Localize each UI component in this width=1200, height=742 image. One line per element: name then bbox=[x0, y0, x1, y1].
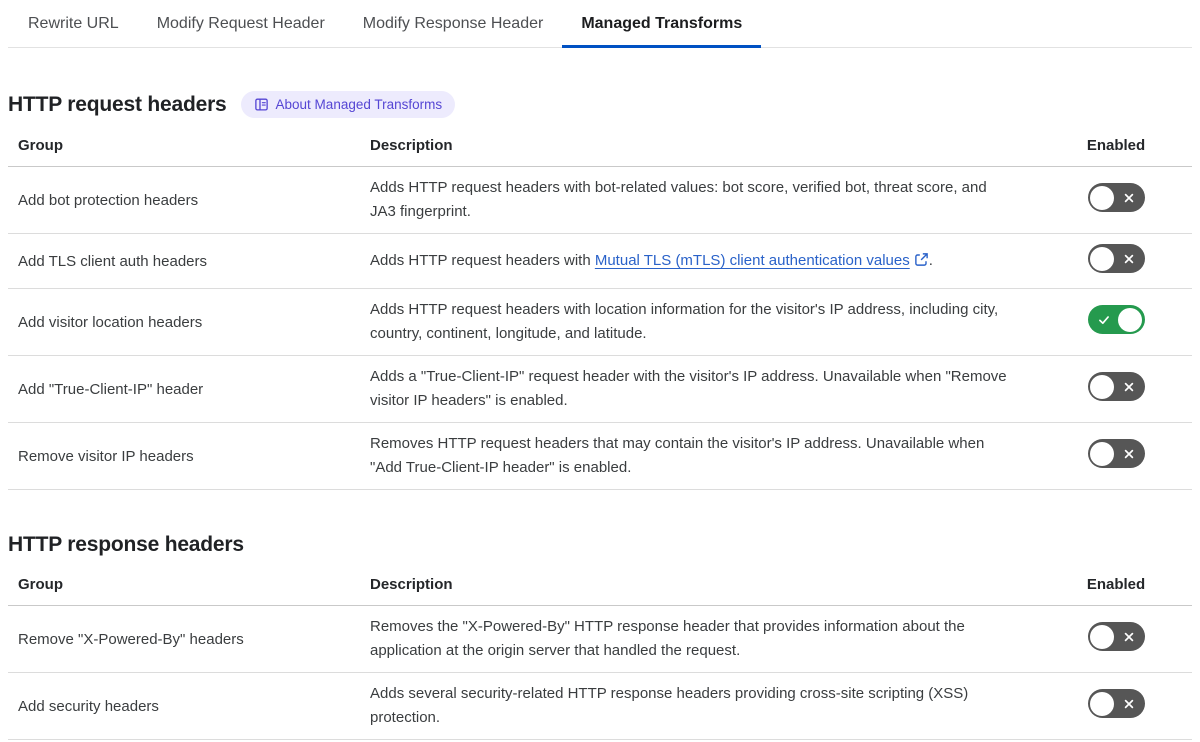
table-header-row: Group Description Enabled bbox=[8, 128, 1192, 167]
table-row: Add TLS client auth headers Adds HTTP req… bbox=[8, 234, 1192, 289]
request-section-head: HTTP request headers About Managed Trans… bbox=[8, 91, 1192, 118]
enabled-cell bbox=[1040, 622, 1192, 656]
table-row: Add "True-Client-IP" header Adds a "True-… bbox=[8, 356, 1192, 423]
table-row: Add security headers Adds several securit… bbox=[8, 673, 1192, 740]
group-cell: Add "True-Client-IP" header bbox=[18, 380, 204, 398]
column-header-enabled: Enabled bbox=[1086, 576, 1146, 593]
enabled-cell bbox=[1040, 439, 1192, 473]
toggle-add-visitor-location-headers[interactable] bbox=[1087, 305, 1145, 334]
column-header-enabled: Enabled bbox=[1086, 137, 1146, 154]
toggle-knob bbox=[1090, 691, 1114, 716]
toggle-remove-x-powered-by-headers[interactable] bbox=[1087, 622, 1145, 651]
column-header-group: Group bbox=[18, 137, 63, 154]
request-section-title: HTTP request headers bbox=[8, 92, 227, 116]
enabled-cell bbox=[1040, 689, 1192, 723]
table-row: Remove "X-Powered-By" headers Removes the… bbox=[8, 606, 1192, 673]
tab-managed-transforms[interactable]: Managed Transforms bbox=[562, 0, 762, 48]
managed-transforms-page: HTTP request headers About Managed Trans… bbox=[8, 91, 1192, 740]
toggle-knob bbox=[1090, 624, 1114, 649]
description-cell: Removes HTTP request headers that may co… bbox=[370, 435, 985, 476]
description-cell: Removes the "X-Powered-By" HTTP response… bbox=[370, 618, 965, 659]
tab-rewrite-url[interactable]: Rewrite URL bbox=[9, 0, 138, 47]
table-row: Add visitor location headers Adds HTTP re… bbox=[8, 289, 1192, 356]
response-section-title: HTTP response headers bbox=[8, 533, 244, 556]
toggle-knob bbox=[1118, 307, 1142, 332]
toggle-knob bbox=[1090, 185, 1114, 210]
toggle-knob bbox=[1090, 441, 1114, 466]
enabled-cell bbox=[1040, 244, 1192, 278]
description-cell: Adds HTTP request headers with location … bbox=[370, 301, 999, 342]
column-header-group: Group bbox=[18, 576, 63, 593]
x-icon bbox=[1122, 447, 1136, 464]
table-row: Remove visitor IP headers Removes HTTP re… bbox=[8, 423, 1192, 490]
response-headers-table: Group Description Enabled Remove "X-Powe… bbox=[8, 567, 1192, 740]
toggle-add-bot-protection-headers[interactable] bbox=[1087, 183, 1145, 212]
external-link-icon bbox=[910, 252, 929, 269]
tab-bar: Rewrite URL Modify Request Header Modify R… bbox=[8, 0, 1192, 48]
enabled-cell bbox=[1040, 305, 1192, 339]
group-cell: Remove "X-Powered-By" headers bbox=[18, 630, 244, 648]
check-icon bbox=[1097, 313, 1111, 330]
response-section-head: HTTP response headers bbox=[8, 533, 1192, 557]
table-header-row: Group Description Enabled bbox=[8, 567, 1192, 606]
toggle-knob bbox=[1090, 374, 1114, 399]
column-header-description: Description bbox=[370, 576, 453, 593]
x-icon bbox=[1122, 380, 1136, 397]
x-icon bbox=[1122, 630, 1136, 647]
badge-label: About Managed Transforms bbox=[275, 96, 443, 112]
column-header-description: Description bbox=[370, 137, 453, 154]
toggle-add-tls-client-auth-headers[interactable] bbox=[1087, 244, 1145, 273]
description-cell: Adds a "True-Client-IP" request header w… bbox=[370, 368, 1007, 409]
toggle-remove-visitor-ip-headers[interactable] bbox=[1087, 439, 1145, 468]
section-http-response-headers: HTTP response headers Group Description … bbox=[8, 533, 1192, 740]
x-icon bbox=[1122, 191, 1136, 208]
toggle-knob bbox=[1090, 246, 1114, 271]
tab-modify-response-header[interactable]: Modify Response Header bbox=[344, 0, 563, 47]
request-headers-table: Group Description Enabled Add bot protec… bbox=[8, 128, 1192, 490]
book-icon bbox=[254, 97, 269, 112]
group-cell: Add bot protection headers bbox=[18, 191, 199, 209]
x-icon bbox=[1122, 697, 1136, 714]
group-cell: Remove visitor IP headers bbox=[18, 447, 194, 465]
toggle-add-security-headers[interactable] bbox=[1087, 689, 1145, 718]
about-managed-transforms-badge[interactable]: About Managed Transforms bbox=[240, 91, 456, 118]
section-http-request-headers: HTTP request headers About Managed Trans… bbox=[8, 91, 1192, 490]
description-cell: Adds several security-related HTTP respo… bbox=[370, 685, 969, 726]
toggle-add-true-client-ip-header[interactable] bbox=[1087, 372, 1145, 401]
mutual-tls-mtls-client-authentication-values-link[interactable]: Mutual TLS (mTLS) client authentication … bbox=[595, 252, 929, 269]
group-cell: Add security headers bbox=[18, 697, 159, 715]
enabled-cell bbox=[1040, 183, 1192, 217]
group-cell: Add TLS client auth headers bbox=[18, 252, 208, 270]
description-cell: Adds HTTP request headers with bot-relat… bbox=[370, 179, 987, 220]
x-icon bbox=[1122, 252, 1136, 269]
enabled-cell bbox=[1040, 372, 1192, 406]
tab-modify-request-header[interactable]: Modify Request Header bbox=[138, 0, 344, 47]
table-row: Add bot protection headers Adds HTTP requ… bbox=[8, 167, 1192, 234]
group-cell: Add visitor location headers bbox=[18, 313, 203, 331]
description-cell: Adds HTTP request headers with Mutual TL… bbox=[370, 252, 933, 269]
